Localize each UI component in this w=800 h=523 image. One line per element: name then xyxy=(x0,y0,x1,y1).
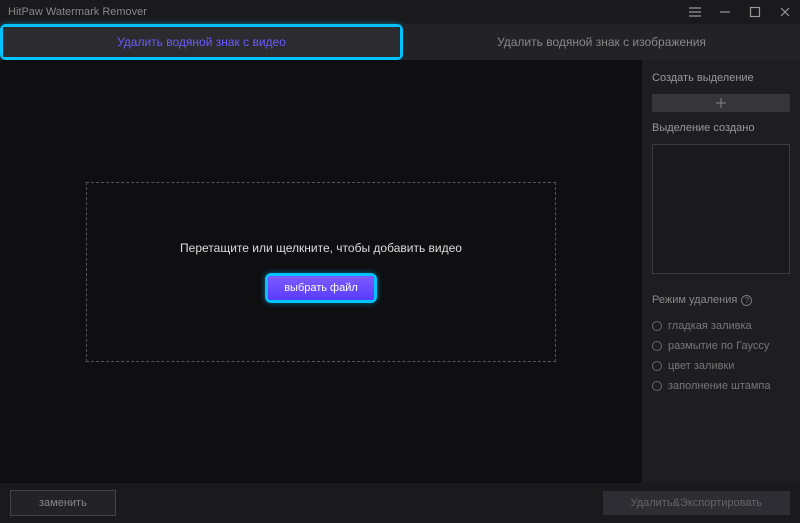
window-controls xyxy=(688,5,792,19)
close-icon[interactable] xyxy=(778,5,792,19)
mode-stamp[interactable]: заполнение штампа xyxy=(652,380,790,392)
dropzone[interactable]: Перетащите или щелкните, чтобы добавить … xyxy=(86,182,556,362)
choose-file-button[interactable]: выбрать файл xyxy=(268,276,374,300)
dropzone-text: Перетащите или щелкните, чтобы добавить … xyxy=(180,241,462,255)
canvas-area: Перетащите или щелкните, чтобы добавить … xyxy=(0,60,642,483)
app-title: HitPaw Watermark Remover xyxy=(8,6,688,18)
radio-icon xyxy=(652,321,662,331)
highlight-choose-file: выбрать файл xyxy=(265,273,377,303)
export-button[interactable]: Удалить&Экспортировать xyxy=(603,491,790,515)
replace-button[interactable]: заменить xyxy=(10,490,116,516)
titlebar: HitPaw Watermark Remover xyxy=(0,0,800,24)
removal-mode-options: гладкая заливка размытие по Гауссу цвет … xyxy=(652,320,790,392)
footer: заменить Удалить&Экспортировать xyxy=(0,483,800,523)
maximize-icon[interactable] xyxy=(748,5,762,19)
mode-smooth[interactable]: гладкая заливка xyxy=(652,320,790,332)
create-selection-label: Создать выделение xyxy=(652,72,790,84)
mode-color-label: цвет заливки xyxy=(668,360,734,372)
menu-icon[interactable] xyxy=(688,5,702,19)
mode-smooth-label: гладкая заливка xyxy=(668,320,752,332)
mode-gauss-label: размытие по Гауссу xyxy=(668,340,769,352)
minimize-icon[interactable] xyxy=(718,5,732,19)
sidebar: Создать выделение Выделение создано Режи… xyxy=(642,60,800,483)
highlight-tab-video: Удалить водяной знак с видео xyxy=(0,24,403,60)
mode-color[interactable]: цвет заливки xyxy=(652,360,790,372)
mode-stamp-label: заполнение штампа xyxy=(668,380,771,392)
help-icon[interactable]: ? xyxy=(741,295,752,306)
radio-icon xyxy=(652,361,662,371)
selection-list xyxy=(652,144,790,274)
add-selection-button[interactable] xyxy=(652,94,790,112)
tab-bar: Удалить водяной знак с видео Удалить вод… xyxy=(0,24,800,60)
radio-icon xyxy=(652,381,662,391)
removal-mode-label: Режим удаления xyxy=(652,294,737,306)
plus-icon xyxy=(716,98,726,108)
tab-video[interactable]: Удалить водяной знак с видео xyxy=(3,27,400,57)
tab-image[interactable]: Удалить водяной знак с изображения xyxy=(403,24,800,60)
mode-gauss[interactable]: размытие по Гауссу xyxy=(652,340,790,352)
main-body: Перетащите или щелкните, чтобы добавить … xyxy=(0,60,800,483)
selection-created-label: Выделение создано xyxy=(652,122,790,134)
removal-mode-header: Режим удаления ? xyxy=(652,294,790,306)
radio-icon xyxy=(652,341,662,351)
